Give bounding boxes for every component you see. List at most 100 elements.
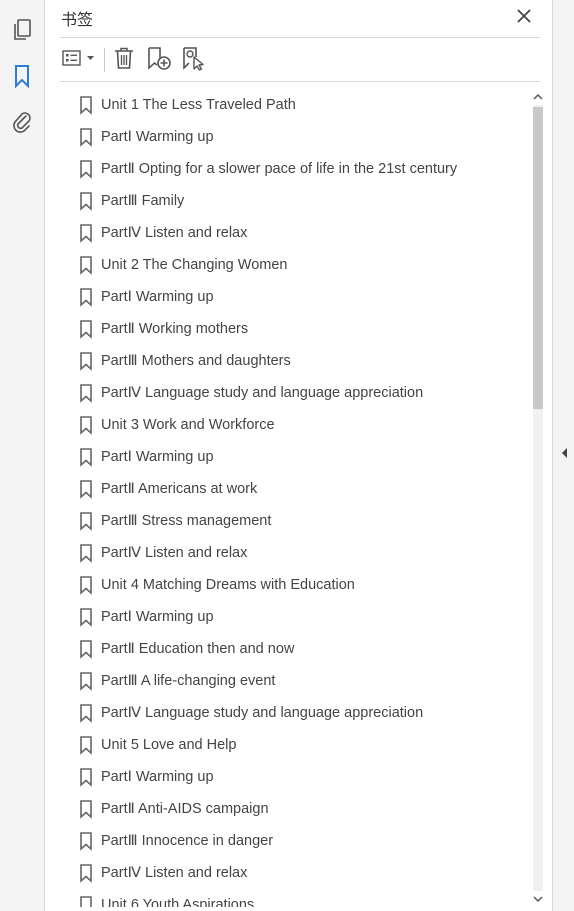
bookmark-label: PartⅢ A life-changing event <box>101 673 276 689</box>
scrollbar-thumb[interactable] <box>533 107 543 409</box>
collapse-arrow-icon[interactable] <box>559 446 569 460</box>
bookmark-icon <box>75 799 101 819</box>
scroll-up-icon[interactable] <box>530 89 546 105</box>
bookmark-item[interactable]: PartⅢ Family <box>75 185 530 217</box>
bookmark-item[interactable]: Unit 3 Work and Workforce <box>75 409 530 441</box>
divider <box>60 81 540 82</box>
bookmark-icon <box>75 607 101 627</box>
attachments-icon[interactable] <box>9 109 35 135</box>
panel-title: 书签 <box>61 10 94 29</box>
bookmark-icon <box>75 287 101 307</box>
bookmark-item[interactable]: PartⅠ Warming up <box>75 601 530 633</box>
bookmark-label: PartⅠ Warming up <box>101 449 214 465</box>
bookmark-icon <box>75 767 101 787</box>
bookmark-icon <box>75 447 101 467</box>
bookmark-label: PartⅢ Innocence in danger <box>101 833 274 849</box>
bookmark-item[interactable]: PartⅣ Listen and relax <box>75 217 530 249</box>
new-bookmark-from-structure-icon <box>180 45 206 76</box>
bookmark-label: Unit 3 Work and Workforce <box>101 417 275 433</box>
bookmark-icon <box>75 351 101 371</box>
bookmark-item[interactable]: PartⅢ A life-changing event <box>75 665 530 697</box>
scroll-down-icon[interactable] <box>530 891 546 907</box>
bookmark-label: PartⅣ Listen and relax <box>101 225 248 241</box>
bookmark-icon <box>75 703 101 723</box>
bookmark-item[interactable]: PartⅢ Stress management <box>75 505 530 537</box>
pages-icon[interactable] <box>9 17 35 43</box>
navigation-rail <box>0 0 45 911</box>
bookmarks-panel: 书签 Unit 1 The Less Traveled Path PartⅠ W… <box>45 0 552 911</box>
bookmark-label: PartⅣ Listen and relax <box>101 545 248 561</box>
bookmark-item[interactable]: Unit 4 Matching Dreams with Education <box>75 569 530 601</box>
bookmark-item[interactable]: PartⅡ Working mothers <box>75 313 530 345</box>
bookmark-icon <box>75 671 101 691</box>
delete-icon <box>113 46 135 75</box>
bookmark-item[interactable]: PartⅣ Language study and language apprec… <box>75 377 530 409</box>
options-menu-icon <box>61 48 97 73</box>
bookmark-item[interactable]: PartⅠ Warming up <box>75 281 530 313</box>
bookmark-label: PartⅠ Warming up <box>101 129 214 145</box>
bookmark-label: PartⅠ Warming up <box>101 609 214 625</box>
bookmark-label: Unit 6 Youth Aspirations <box>101 897 255 907</box>
bookmark-item[interactable]: PartⅠ Warming up <box>75 121 530 153</box>
bookmark-label: PartⅠ Warming up <box>101 769 214 785</box>
bookmark-label: PartⅢ Mothers and daughters <box>101 353 291 369</box>
bookmark-icon <box>75 255 101 275</box>
bookmark-label: PartⅣ Listen and relax <box>101 865 248 881</box>
bookmark-label: Unit 4 Matching Dreams with Education <box>101 577 355 593</box>
new-bookmark-icon <box>146 45 172 76</box>
bookmark-icon <box>75 383 101 403</box>
bookmark-label: PartⅢ Family <box>101 193 185 209</box>
bookmark-label: PartⅢ Stress management <box>101 513 272 529</box>
bookmark-item[interactable]: PartⅠ Warming up <box>75 441 530 473</box>
bookmark-list: Unit 1 The Less Traveled Path PartⅠ Warmi… <box>75 89 530 907</box>
bookmark-icon <box>75 511 101 531</box>
bookmark-label: PartⅡ Working mothers <box>101 321 249 337</box>
bookmark-icon <box>75 831 101 851</box>
bookmark-icon <box>75 95 101 115</box>
bookmark-icon <box>75 575 101 595</box>
bookmark-icon <box>75 127 101 147</box>
bookmark-item[interactable]: PartⅢ Innocence in danger <box>75 825 530 857</box>
new-bookmark-button[interactable] <box>146 46 172 74</box>
bookmark-icon <box>75 863 101 883</box>
bookmark-icon <box>75 415 101 435</box>
bookmark-label: Unit 5 Love and Help <box>101 737 237 753</box>
vertical-scrollbar[interactable] <box>530 89 546 907</box>
bookmark-item[interactable]: PartⅡ Opting for a slower pace of life i… <box>75 153 530 185</box>
bookmarks-icon[interactable] <box>9 63 35 89</box>
bookmark-item[interactable]: PartⅠ Warming up <box>75 761 530 793</box>
bookmark-icon <box>75 191 101 211</box>
bookmark-icon <box>75 543 101 563</box>
bookmark-item[interactable]: Unit 1 The Less Traveled Path <box>75 89 530 121</box>
bookmark-icon <box>75 159 101 179</box>
bookmark-item[interactable]: PartⅣ Listen and relax <box>75 857 530 889</box>
bookmark-item[interactable]: Unit 5 Love and Help <box>75 729 530 761</box>
bookmark-label: PartⅣ Language study and language apprec… <box>101 385 424 401</box>
close-icon[interactable] <box>514 6 534 26</box>
divider <box>60 37 540 38</box>
delete-button[interactable] <box>112 46 136 74</box>
right-pane-strip <box>552 0 574 911</box>
toolbar-separator <box>104 48 105 72</box>
bookmark-item[interactable]: PartⅡ Americans at work <box>75 473 530 505</box>
bookmark-label: Unit 2 The Changing Women <box>101 257 288 273</box>
bookmark-label: PartⅣ Language study and language apprec… <box>101 705 424 721</box>
new-bookmark-from-structure-button[interactable] <box>180 46 206 74</box>
bookmark-item[interactable]: Unit 2 The Changing Women <box>75 249 530 281</box>
bookmark-icon <box>75 223 101 243</box>
bookmark-item[interactable]: PartⅣ Language study and language apprec… <box>75 697 530 729</box>
bookmark-icon <box>75 319 101 339</box>
bookmark-item[interactable]: PartⅢ Mothers and daughters <box>75 345 530 377</box>
bookmark-item[interactable]: PartⅡ Anti-AIDS campaign <box>75 793 530 825</box>
bookmark-icon <box>75 735 101 755</box>
bookmark-item[interactable]: PartⅡ Education then and now <box>75 633 530 665</box>
bookmark-item[interactable]: Unit 6 Youth Aspirations <box>75 889 530 907</box>
bookmark-icon <box>75 895 101 907</box>
bookmark-label: PartⅡ Americans at work <box>101 481 258 497</box>
bookmark-icon <box>75 639 101 659</box>
bookmark-item[interactable]: PartⅣ Listen and relax <box>75 537 530 569</box>
bookmark-icon <box>75 479 101 499</box>
bookmarks-toolbar <box>60 44 540 76</box>
bookmark-label: PartⅡ Anti-AIDS campaign <box>101 801 269 817</box>
options-menu-button[interactable] <box>60 46 98 74</box>
